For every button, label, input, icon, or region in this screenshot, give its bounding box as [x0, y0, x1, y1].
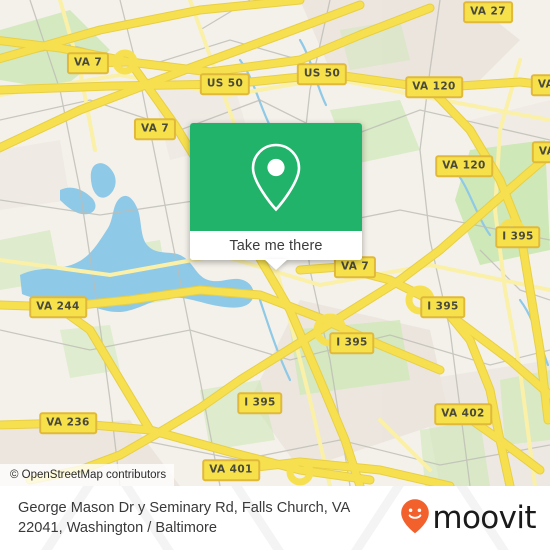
- road-shield: VA 244: [29, 296, 87, 318]
- road-shield: VA: [531, 141, 550, 163]
- address-line-1: George Mason Dr y Seminary Rd, Falls Chu…: [18, 500, 351, 516]
- moovit-smiley-pin-icon: [400, 498, 430, 539]
- road-shield: VA 120: [435, 155, 493, 177]
- map-view[interactable]: .rdM { fill:none; stroke:#f6e04f; stroke…: [0, 0, 550, 486]
- map-attribution[interactable]: © OpenStreetMap contributors: [0, 464, 175, 486]
- road-shield: I 395: [237, 392, 283, 414]
- road-shield: US 50: [199, 73, 251, 95]
- road-shield: VA 120: [405, 76, 463, 98]
- road-shield: I 395: [420, 296, 466, 318]
- road-shield: US 50: [296, 63, 348, 85]
- popup-pointer: [264, 259, 288, 270]
- road-shield: VA: [530, 74, 550, 96]
- popup-action-bar[interactable]: Take me there: [190, 231, 362, 260]
- attribution-text: © OpenStreetMap contributors: [10, 469, 167, 481]
- location-pin-outline-icon: [248, 141, 304, 213]
- popup-header: [190, 123, 362, 231]
- road-shield: VA 7: [133, 118, 177, 140]
- road-shield: VA 402: [434, 403, 492, 425]
- take-me-there-label: Take me there: [229, 237, 323, 254]
- moovit-wordmark: moovit: [432, 499, 536, 536]
- road-shield: VA 401: [202, 459, 260, 481]
- moovit-location-card: .rdM { fill:none; stroke:#f6e04f; stroke…: [0, 0, 550, 550]
- location-popup[interactable]: Take me there: [190, 123, 362, 270]
- address-line-2: 22041, Washington / Baltimore: [18, 520, 218, 536]
- road-shield: I 395: [495, 226, 541, 248]
- road-shield: VA 7: [66, 52, 110, 74]
- road-shield: VA 27: [463, 1, 513, 23]
- card-footer: George Mason Dr y Seminary Rd, Falls Chu…: [0, 486, 550, 550]
- road-shield: VA 236: [39, 412, 97, 434]
- road-shield: I 395: [329, 332, 375, 354]
- address-text: George Mason Dr y Seminary Rd, Falls Chu…: [18, 498, 350, 538]
- moovit-logo[interactable]: moovit: [400, 498, 537, 539]
